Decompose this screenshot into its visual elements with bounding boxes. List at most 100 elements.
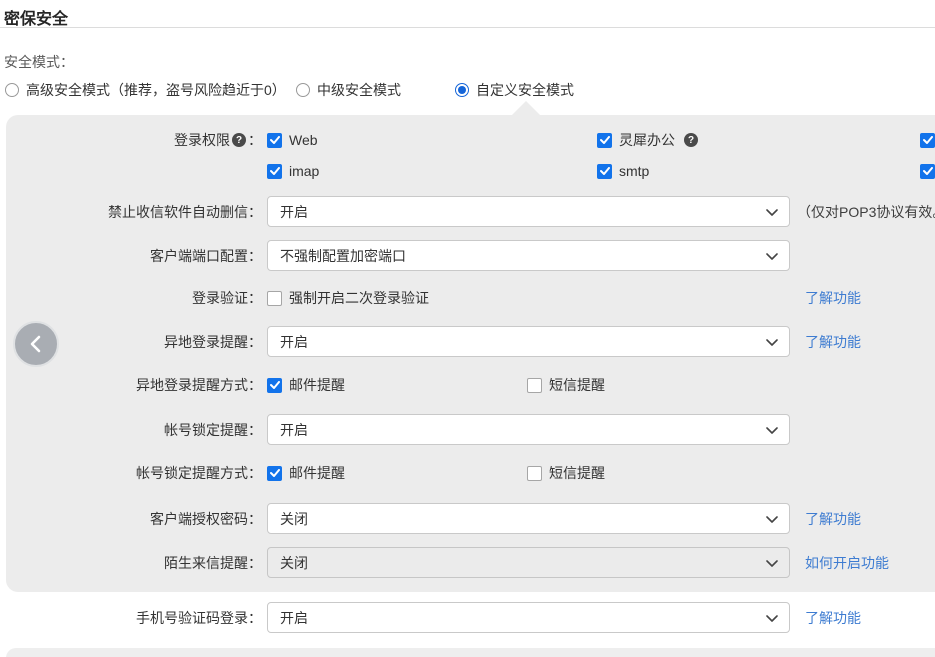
checkbox-checked-icon xyxy=(920,133,935,148)
radio-selected-icon xyxy=(455,83,469,97)
checkbox-force-second-verify[interactable]: 强制开启二次登录验证 xyxy=(267,289,429,307)
phone-login-select[interactable]: 开启 xyxy=(267,602,790,633)
checkbox-label: smtp xyxy=(619,163,649,179)
chevron-down-icon xyxy=(766,615,778,622)
checkbox-lingxi-office[interactable]: 灵犀办公 ? xyxy=(597,131,700,149)
login-permission-row-2: imap smtp xyxy=(6,162,935,180)
checkbox-smtp[interactable]: smtp xyxy=(597,162,649,180)
checkbox-sms-remind[interactable]: 短信提醒 xyxy=(527,464,605,482)
chevron-left-icon xyxy=(27,334,45,354)
phone-login-label: 手机号验证码登录： xyxy=(6,602,267,633)
chevron-down-icon xyxy=(766,209,778,216)
checkbox-checked-icon xyxy=(267,164,282,179)
security-mode-radio-group: 高级安全模式（推荐，盗号风险趋近于0） 中级安全模式 自定义安全模式 xyxy=(0,81,935,99)
remote-login-row: 异地登录提醒： 开启 了解功能 xyxy=(6,326,935,357)
lock-notice-row: 帐号锁定提醒： 开启 xyxy=(6,414,935,445)
pop3-note: （仅对POP3协议有效。 xyxy=(797,196,935,227)
checkbox-mail-remind[interactable]: 邮件提醒 xyxy=(267,464,345,482)
label-text: 登录权限 xyxy=(174,130,230,150)
chevron-down-icon xyxy=(766,339,778,346)
checkbox-sms-remind[interactable]: 短信提醒 xyxy=(527,376,605,394)
select-value: 开启 xyxy=(280,202,308,222)
checkbox-imap[interactable]: imap xyxy=(267,162,319,180)
checkbox-label: 短信提醒 xyxy=(549,463,605,483)
select-value: 开启 xyxy=(280,608,308,628)
checkbox-unchecked-icon xyxy=(267,291,282,306)
checkbox-checked-icon xyxy=(597,133,612,148)
checkbox-web[interactable]: Web xyxy=(267,131,318,149)
auto-delete-row: 禁止收信软件自动删信： 开启 （仅对POP3协议有效。 xyxy=(6,196,935,227)
port-config-row: 客户端端口配置： 不强制配置加密端口 xyxy=(6,240,935,271)
chevron-down-icon xyxy=(766,516,778,523)
radio-label: 自定义安全模式 xyxy=(476,80,574,100)
port-config-select[interactable]: 不强制配置加密端口 xyxy=(267,240,790,271)
checkbox-label: 强制开启二次登录验证 xyxy=(289,288,429,308)
radio-label: 高级安全模式（推荐，盗号风险趋近于0） xyxy=(26,80,286,100)
select-value: 不强制配置加密端口 xyxy=(280,246,406,266)
lock-method-label: 帐号锁定提醒方式： xyxy=(6,464,267,482)
login-verify-label: 登录验证： xyxy=(6,289,267,307)
remote-method-row: 异地登录提醒方式： 邮件提醒 短信提醒 xyxy=(6,376,935,394)
help-icon[interactable]: ? xyxy=(684,133,698,147)
checkbox-label: 短信提醒 xyxy=(549,375,605,395)
select-value: 开启 xyxy=(280,332,308,352)
checkbox-label: 灵犀办公 xyxy=(619,130,675,150)
login-permission-label: 登录权限 ? ： xyxy=(6,131,267,149)
radio-medium-mode[interactable]: 中级安全模式 xyxy=(296,81,401,99)
next-section-edge xyxy=(6,648,935,657)
checkbox-label: Web xyxy=(289,132,318,148)
learn-more-link[interactable]: 了解功能 xyxy=(805,326,861,357)
radio-icon xyxy=(5,83,19,97)
lock-notice-label: 帐号锁定提醒： xyxy=(6,414,267,445)
checkbox-checked-icon xyxy=(267,133,282,148)
login-verify-row: 登录验证： 强制开启二次登录验证 了解功能 xyxy=(6,289,935,307)
security-mode-label: 安全模式： xyxy=(4,52,74,72)
checkbox-clipped-2[interactable] xyxy=(920,162,935,180)
chevron-down-icon xyxy=(766,560,778,567)
lock-notice-select[interactable]: 开启 xyxy=(267,414,790,445)
checkbox-mail-remind[interactable]: 邮件提醒 xyxy=(267,376,345,394)
carousel-prev-button[interactable] xyxy=(13,321,59,367)
client-authpwd-select[interactable]: 关闭 xyxy=(267,503,790,534)
checkbox-clipped-1[interactable] xyxy=(920,131,935,149)
checkbox-label: imap xyxy=(289,163,319,179)
select-value: 开启 xyxy=(280,420,308,440)
radio-label: 中级安全模式 xyxy=(317,80,401,100)
checkbox-checked-icon xyxy=(267,378,282,393)
panel-pointer-arrow xyxy=(512,101,540,115)
remote-method-label: 异地登录提醒方式： xyxy=(6,376,267,394)
page-title: 密保安全 xyxy=(4,5,68,29)
learn-more-link[interactable]: 了解功能 xyxy=(805,503,861,534)
how-to-enable-link[interactable]: 如何开启功能 xyxy=(805,547,889,578)
help-icon[interactable]: ? xyxy=(232,133,246,147)
learn-more-link[interactable]: 了解功能 xyxy=(805,602,861,633)
custom-mode-panel: 登录权限 ? ： Web 灵犀办公 ? imap xyxy=(6,115,935,592)
security-settings-page: 密保安全 安全模式： 高级安全模式（推荐，盗号风险趋近于0） 中级安全模式 自定… xyxy=(0,0,935,657)
login-permission-row-1: 登录权限 ? ： Web 灵犀办公 ? xyxy=(6,131,935,149)
checkbox-checked-icon xyxy=(267,466,282,481)
auto-delete-select[interactable]: 开启 xyxy=(267,196,790,227)
client-authpwd-label: 客户端授权密码： xyxy=(6,503,267,534)
checkbox-unchecked-icon xyxy=(527,466,542,481)
label-colon: ： xyxy=(248,130,262,150)
radio-advanced-mode[interactable]: 高级安全模式（推荐，盗号风险趋近于0） xyxy=(5,81,286,99)
phone-login-row: 手机号验证码登录： 开启 了解功能 xyxy=(6,602,935,633)
chevron-down-icon xyxy=(766,253,778,260)
port-config-label: 客户端端口配置： xyxy=(6,240,267,271)
checkbox-label: 邮件提醒 xyxy=(289,463,345,483)
checkbox-unchecked-icon xyxy=(527,378,542,393)
checkbox-checked-icon xyxy=(920,164,935,179)
select-value: 关闭 xyxy=(280,509,308,529)
radio-icon xyxy=(296,83,310,97)
title-divider xyxy=(0,27,935,28)
remote-login-select[interactable]: 开启 xyxy=(267,326,790,357)
stranger-mail-label: 陌生来信提醒： xyxy=(6,547,267,578)
checkbox-label: 邮件提醒 xyxy=(289,375,345,395)
select-value: 关闭 xyxy=(280,553,308,573)
checkbox-checked-icon xyxy=(597,164,612,179)
radio-custom-mode[interactable]: 自定义安全模式 xyxy=(455,81,574,99)
stranger-mail-row: 陌生来信提醒： 关闭 如何开启功能 xyxy=(6,547,935,578)
learn-more-link[interactable]: 了解功能 xyxy=(805,289,861,307)
stranger-mail-select[interactable]: 关闭 xyxy=(267,547,790,578)
lock-method-row: 帐号锁定提醒方式： 邮件提醒 短信提醒 xyxy=(6,464,935,482)
